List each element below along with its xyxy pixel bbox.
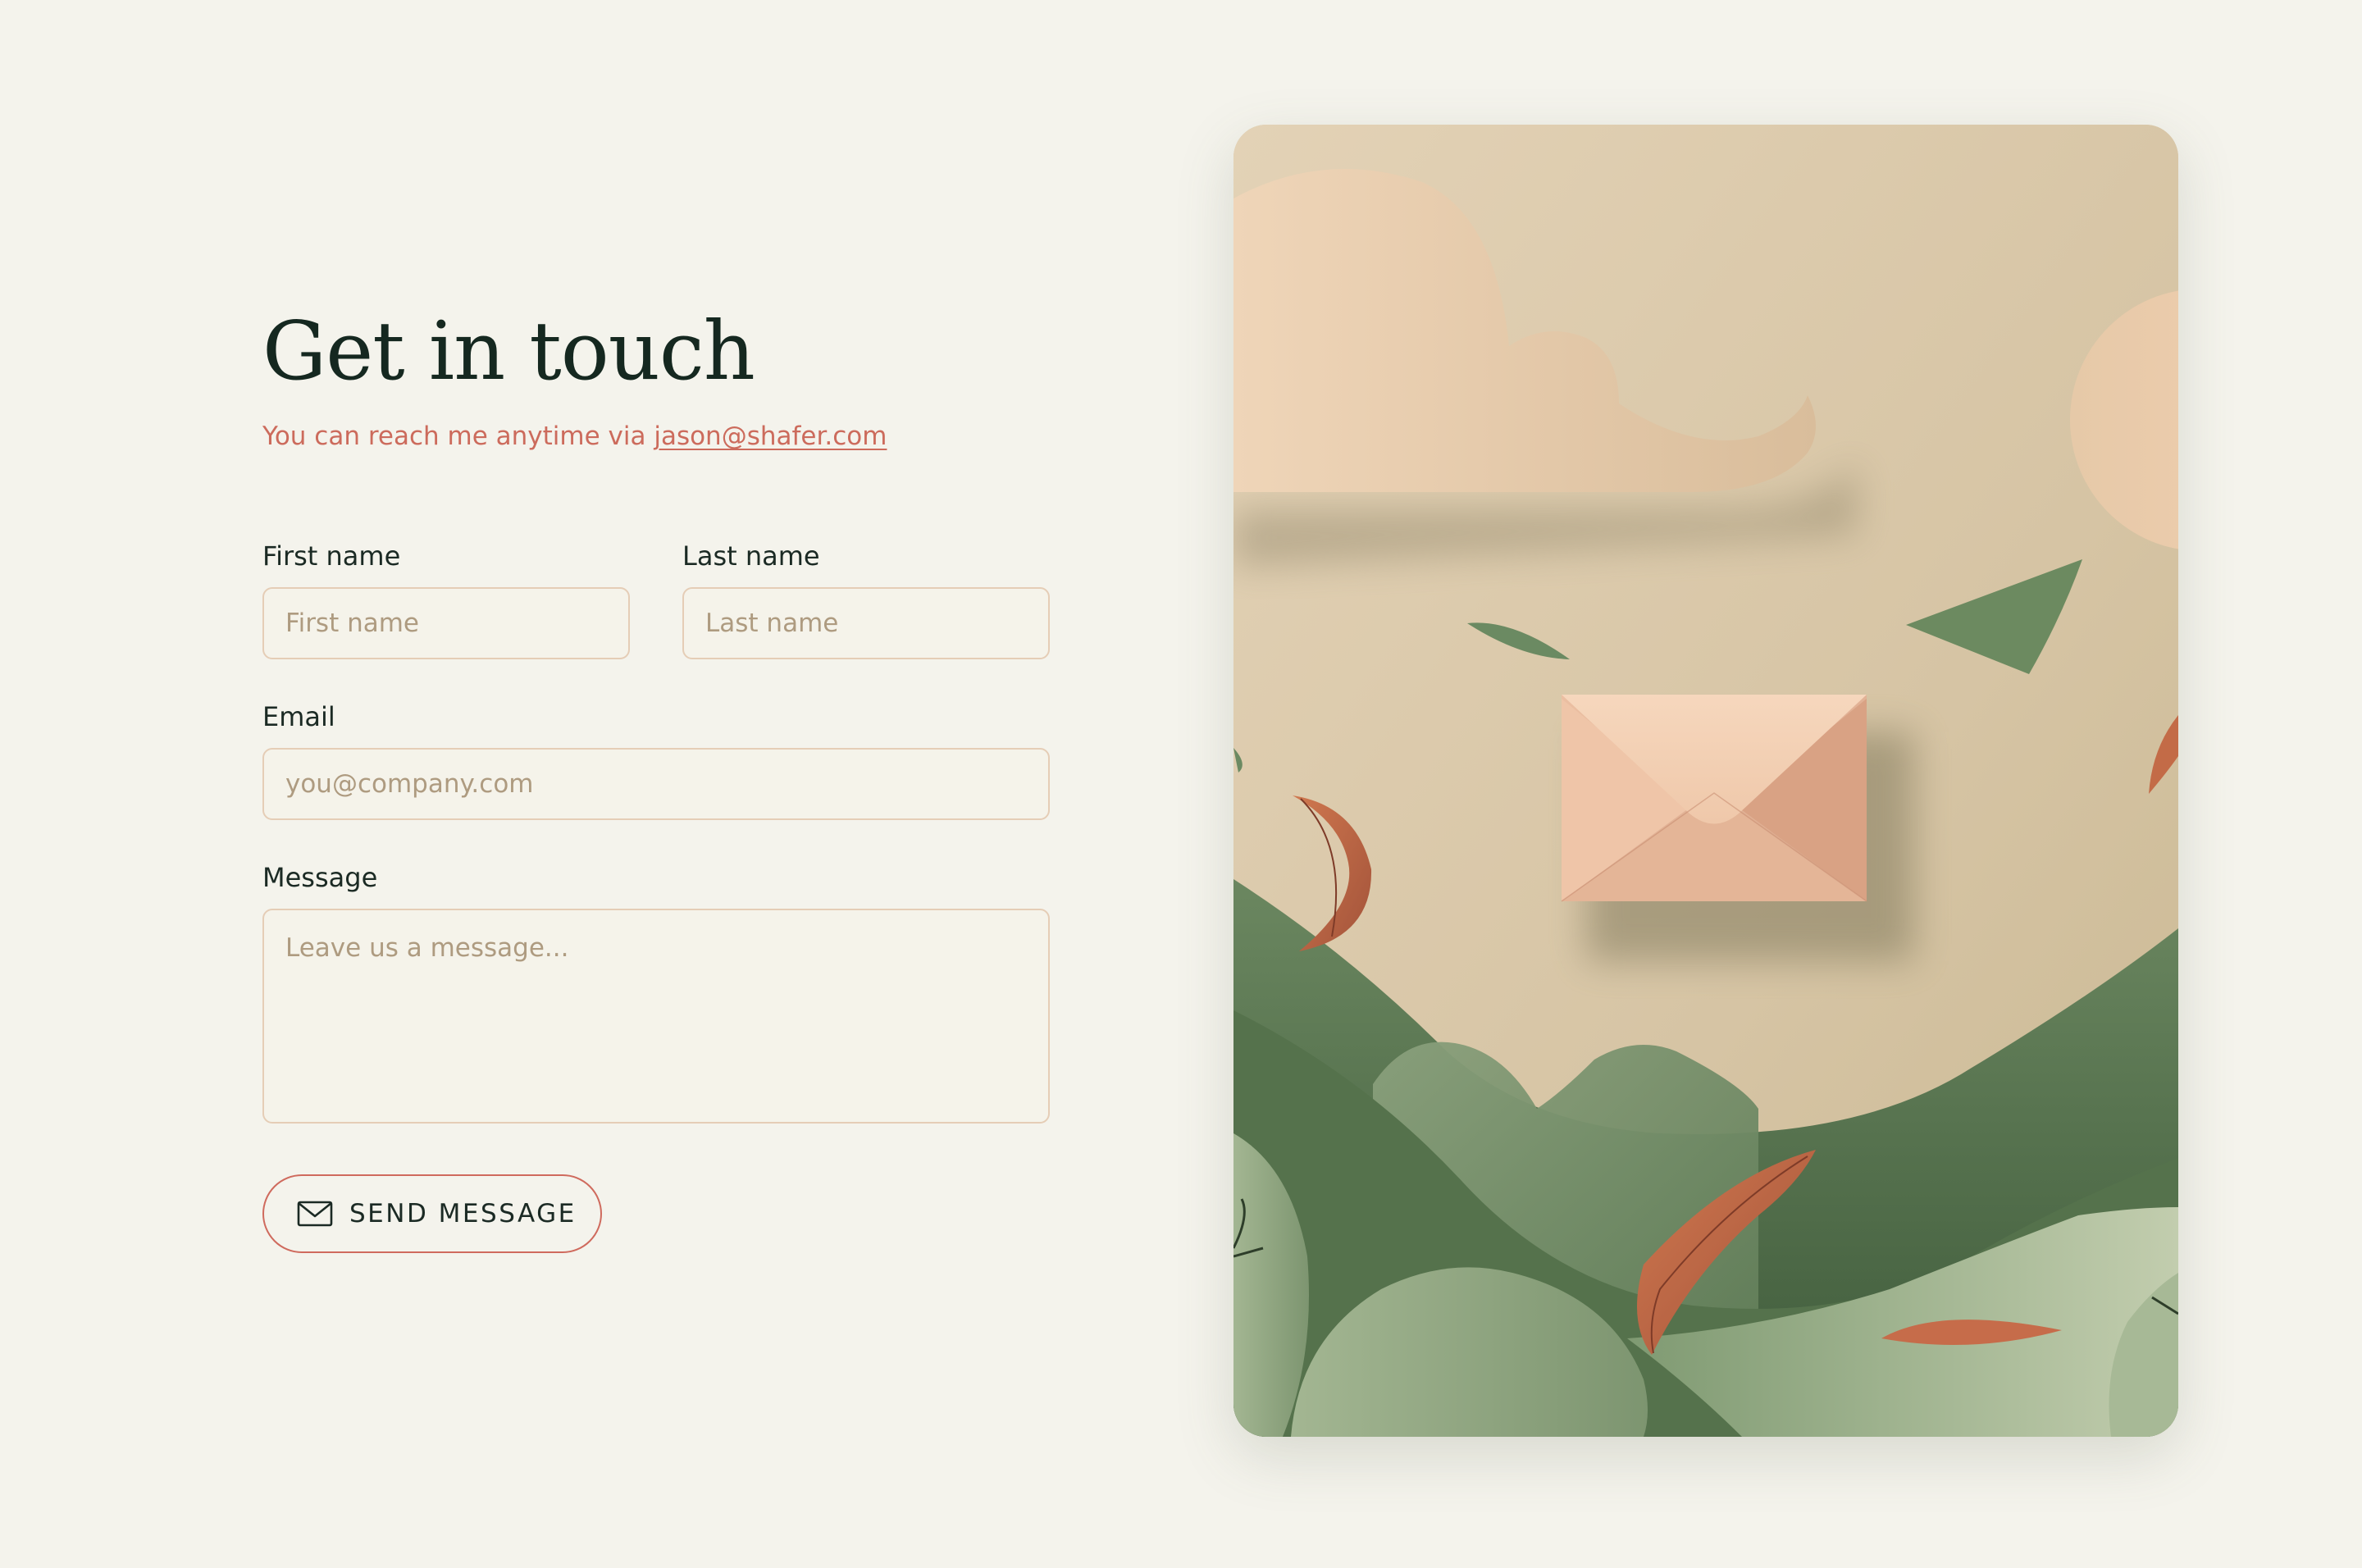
message-textarea[interactable] <box>262 909 1050 1124</box>
message-label: Message <box>262 862 378 893</box>
page-subtitle: You can reach me anytime via jason@shafe… <box>262 422 1050 454</box>
email-label: Email <box>262 701 335 732</box>
email-link[interactable]: jason@shafer.com <box>654 422 887 451</box>
contact-form-section: Get in touch You can reach me anytime vi… <box>262 305 1050 1253</box>
last-name-label: Last name <box>682 540 820 572</box>
hero-illustration <box>1233 125 2178 1437</box>
send-message-label: SEND MESSAGE <box>349 1199 577 1228</box>
email-input[interactable] <box>262 748 1050 820</box>
subtitle-text: You can reach me anytime via <box>262 422 654 451</box>
last-name-input[interactable] <box>682 587 1050 659</box>
envelope-shape <box>1561 695 1867 902</box>
page-title: Get in touch <box>262 305 755 399</box>
envelope-icon <box>297 1201 333 1227</box>
envelope-landscape-illustration <box>1233 125 2178 1437</box>
send-message-button[interactable]: SEND MESSAGE <box>262 1174 602 1253</box>
first-name-label: First name <box>262 540 401 572</box>
first-name-input[interactable] <box>262 587 630 659</box>
